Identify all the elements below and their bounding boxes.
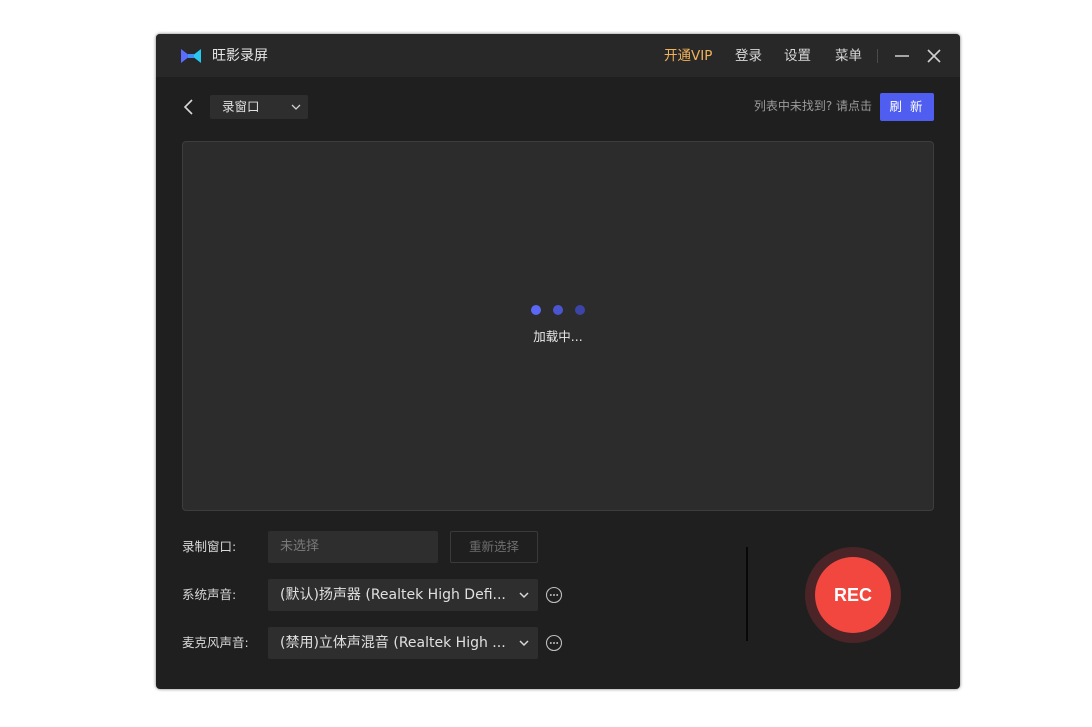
settings-link[interactable]: 设置 (784, 46, 811, 66)
app-title: 旺影录屏 (212, 48, 268, 64)
record-window-label: 录制窗口: (182, 539, 237, 554)
vertical-divider (746, 547, 748, 641)
system-audio-more-icon[interactable] (545, 586, 563, 604)
record-window-field[interactable]: 未选择 (268, 531, 438, 563)
mic-audio-select[interactable]: (禁用)立体声混音 (Realtek High ... (268, 627, 538, 659)
vip-link[interactable]: 开通VIP (664, 46, 712, 66)
close-icon[interactable] (924, 46, 944, 66)
minimize-icon[interactable] (892, 46, 912, 66)
refresh-button[interactable]: 刷 新 (880, 93, 934, 121)
chevron-down-icon (519, 640, 529, 647)
record-mode-select[interactable]: 录窗口 (210, 95, 308, 119)
system-audio-label: 系统声音: (182, 587, 237, 602)
loading-dot (531, 305, 541, 315)
back-arrow-icon[interactable] (180, 97, 198, 117)
loading-dot (575, 305, 585, 315)
chevron-down-icon (291, 104, 301, 110)
mic-audio-label: 麦克风声音: (182, 635, 249, 650)
app-logo-icon (181, 49, 201, 63)
title-bar[interactable]: 旺影录屏 开通VIP 登录 设置 菜单 (156, 34, 960, 77)
loading-dot (553, 305, 563, 315)
system-audio-value: (默认)扬声器 (Realtek High Defi... (280, 587, 506, 603)
menu-link[interactable]: 菜单 (835, 46, 862, 66)
system-audio-select[interactable]: (默认)扬声器 (Realtek High Defi... (268, 579, 538, 611)
mic-audio-more-icon[interactable] (545, 634, 563, 652)
record-mode-value: 录窗口 (222, 99, 260, 114)
refresh-hint: 列表中未找到? 请点击 (753, 99, 872, 113)
login-link[interactable]: 登录 (735, 46, 762, 66)
rec-button[interactable]: REC (815, 557, 891, 633)
reselect-button[interactable]: 重新选择 (450, 531, 538, 563)
app-window: 旺影录屏 开通VIP 登录 设置 菜单 录窗口 列表中未找到? 请点击 刷 新 … (156, 34, 960, 689)
loading-text: 加载中... (533, 329, 583, 344)
mic-audio-value: (禁用)立体声混音 (Realtek High ... (280, 635, 506, 651)
chevron-down-icon (519, 592, 529, 599)
titlebar-divider (877, 49, 878, 63)
rec-button-ring: REC (805, 547, 901, 643)
record-window-placeholder: 未选择 (280, 539, 320, 554)
loading-spinner (531, 305, 591, 317)
window-preview-area[interactable]: 加载中... (182, 141, 934, 511)
